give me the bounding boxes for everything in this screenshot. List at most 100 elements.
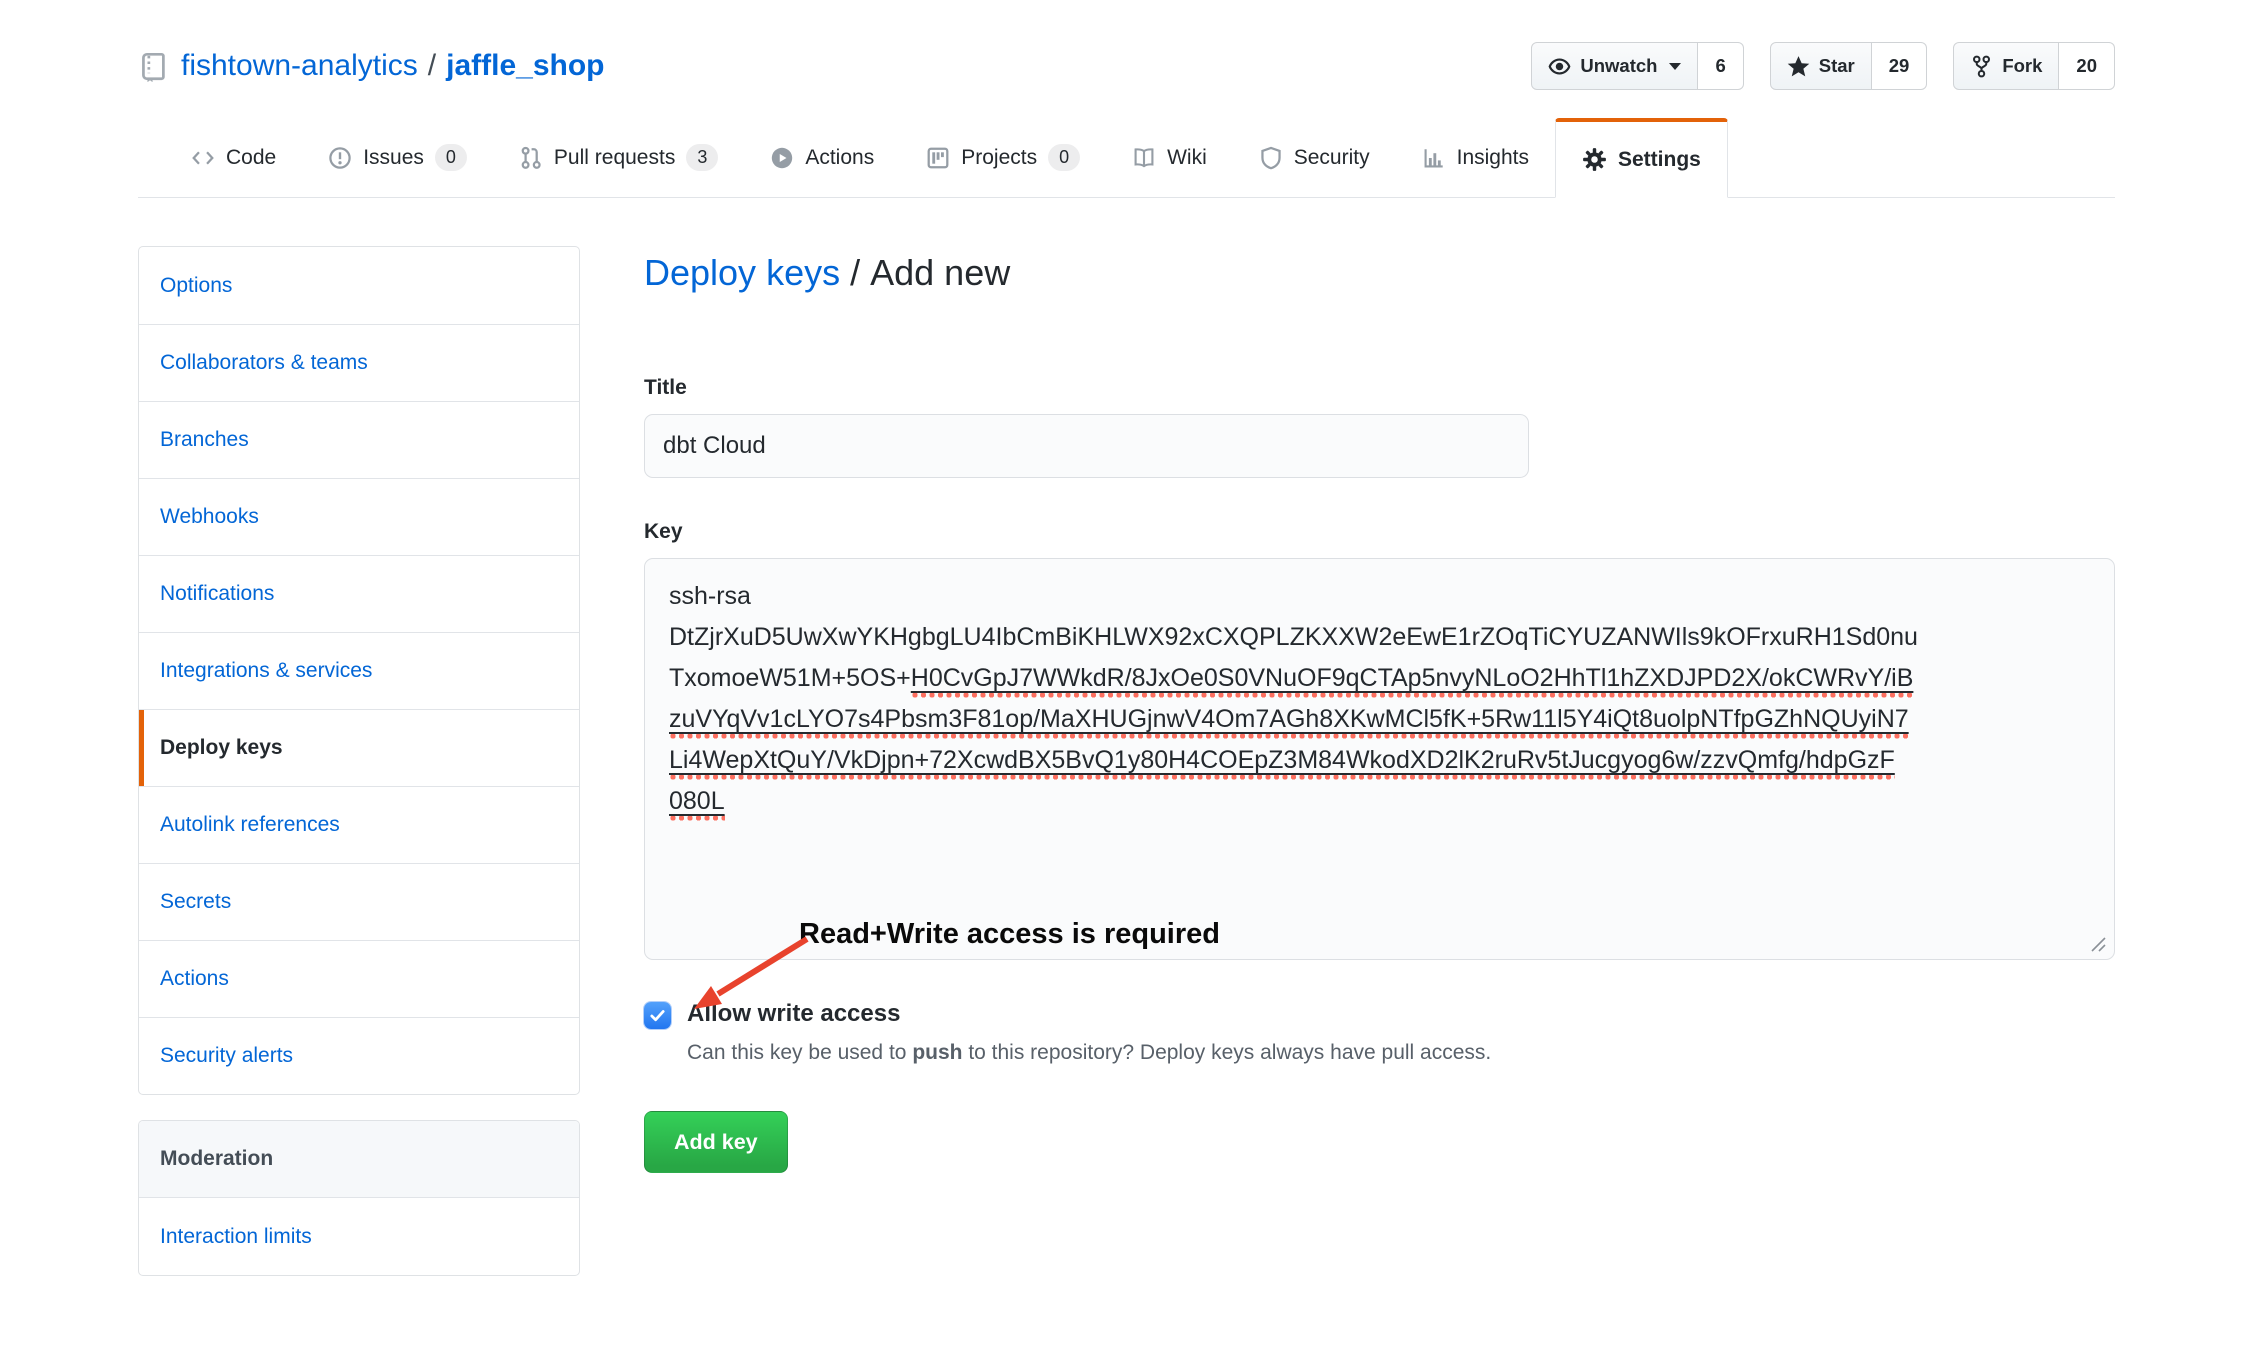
allow-write-access-checkbox[interactable] [644,1002,671,1029]
repo-breadcrumb: fishtown-analytics / jaffle_shop [138,49,604,83]
unwatch-button[interactable]: Unwatch [1531,42,1698,90]
repo-name-link[interactable]: jaffle_shop [446,49,604,83]
deploy-keys-breadcrumb-link[interactable]: Deploy keys [644,252,840,293]
repo-action-buttons: Unwatch 6 Star 29 [1531,42,2115,90]
projects-count-badge: 0 [1048,144,1080,171]
breadcrumb-separator: / [850,252,860,293]
sidebar-item-actions[interactable]: Actions [139,940,579,1017]
key-line: 080L [669,781,2090,822]
moderation-box: Moderation Interaction limits [138,1120,580,1276]
add-key-button[interactable]: Add key [644,1111,788,1173]
key-text-segment: DtZjrXuD5UwXwYKHgbgLU4IbCmBiKHLWX92xCXQP… [669,617,1918,658]
repo-separator: / [428,49,436,83]
star-button[interactable]: Star [1770,42,1872,90]
key-text-segment: TxomoeW51M+5OS+ [669,658,911,699]
repo-book-icon [138,51,169,82]
note-prefix: Can this key be used to [687,1041,912,1064]
checkmark-icon [648,1006,667,1025]
gear-icon [1582,147,1607,172]
key-textarea[interactable]: ssh-rsa DtZjrXuD5UwXwYKHgbgLU4IbCmBiKHLW… [644,558,2115,960]
page-title: Deploy keys/Add new [644,252,2115,294]
issues-count-badge: 0 [435,144,467,171]
repo-header: fishtown-analytics / jaffle_shop Unwatch… [138,0,2115,90]
tab-insights-label: Insights [1457,146,1529,170]
allow-write-access-label[interactable]: Allow write access [687,1000,900,1028]
eye-icon [1548,55,1571,78]
moderation-header: Moderation [139,1121,579,1198]
tab-actions[interactable]: Actions [744,118,900,197]
unwatch-label: Unwatch [1580,55,1657,77]
key-line: DtZjrXuD5UwXwYKHgbgLU4IbCmBiKHLWX92xCXQP… [669,617,2090,658]
shield-icon [1259,146,1283,170]
key-text-segment-spellcheck: H0CvGpJ7WWkdR/8JxOe0S0VNuOF9qCTAp5nvyNLo… [911,658,1914,699]
stars-count[interactable]: 29 [1872,42,1928,90]
fork-button[interactable]: Fork [1953,42,2059,90]
note-push-word: push [912,1041,962,1064]
sidebar-item-webhooks[interactable]: Webhooks [139,478,579,555]
fork-label: Fork [2002,55,2042,77]
tab-projects-label: Projects [961,146,1037,170]
tab-code[interactable]: Code [165,118,302,197]
sidebar-item-deploy-keys[interactable]: Deploy keys [139,709,579,786]
breadcrumb-current: Add new [870,252,1010,293]
projects-icon [926,146,950,170]
sidebar-item-collaborators-teams[interactable]: Collaborators & teams [139,324,579,401]
tab-code-label: Code [226,146,276,170]
tab-security-label: Security [1294,146,1370,170]
key-text-segment: ssh-rsa [669,576,751,617]
allow-write-access-note: Can this key be used to push to this rep… [687,1041,2115,1065]
key-line: TxomoeW51M+5OS+H0CvGpJ7WWkdR/8JxOe0S0VNu… [669,658,2090,699]
tab-actions-label: Actions [805,146,874,170]
tab-projects[interactable]: Projects 0 [900,118,1106,197]
tab-insights[interactable]: Insights [1396,118,1555,197]
key-line: Li4WepXtQuY/VkDjpn+72XcwdBX5BvQ1y80H4COE… [669,740,2090,781]
sidebar-item-notifications[interactable]: Notifications [139,555,579,632]
tab-pull-requests[interactable]: Pull requests 3 [493,118,744,197]
chevron-down-icon [1669,63,1681,70]
key-text-segment-spellcheck: Li4WepXtQuY/VkDjpn+72XcwdBX5BvQ1y80H4COE… [669,740,1895,781]
settings-sidebar: Options Collaborators & teams Branches W… [138,246,580,1276]
key-text-segment-spellcheck: zuVYqVv1cLYO7s4Pbsm3F81op/MaXHUGjnwV4Om7… [669,699,1909,740]
tab-wiki-label: Wiki [1167,146,1207,170]
key-line: zuVYqVv1cLYO7s4Pbsm3F81op/MaXHUGjnwV4Om7… [669,699,2090,740]
pull-request-icon [519,146,543,170]
sidebar-item-security-alerts[interactable]: Security alerts [139,1017,579,1094]
fork-icon [1970,55,1993,78]
forks-count[interactable]: 20 [2059,42,2115,90]
star-icon [1787,55,1810,78]
watch-button-group: Unwatch 6 [1531,42,1743,90]
sidebar-item-interaction-limits[interactable]: Interaction limits [139,1198,579,1275]
tab-settings-label: Settings [1618,148,1701,172]
star-label: Star [1819,55,1855,77]
title-label: Title [644,376,2115,400]
repo-owner-link[interactable]: fishtown-analytics [181,49,418,83]
issue-icon [328,146,352,170]
tab-wiki[interactable]: Wiki [1106,118,1233,197]
tab-issues-label: Issues [363,146,424,170]
key-line: ssh-rsa [669,576,2090,617]
key-text-segment-spellcheck: 080L [669,781,725,822]
textarea-resize-handle[interactable] [2090,936,2107,953]
sidebar-item-options[interactable]: Options [139,247,579,324]
main-content: Deploy keys/Add new Title Key ssh-rsa Dt… [644,246,2115,1173]
title-input[interactable] [644,414,1529,478]
note-suffix: to this repository? Deploy keys always h… [962,1041,1491,1064]
tab-settings[interactable]: Settings [1555,118,1728,198]
sidebar-item-secrets[interactable]: Secrets [139,863,579,940]
tab-security[interactable]: Security [1233,118,1396,197]
star-button-group: Star 29 [1770,42,1928,90]
sidebar-item-autolink-references[interactable]: Autolink references [139,786,579,863]
tab-issues[interactable]: Issues 0 [302,118,493,197]
code-icon [191,146,215,170]
pull-requests-count-badge: 3 [686,144,718,171]
insights-graph-icon [1422,146,1446,170]
watchers-count[interactable]: 6 [1698,42,1743,90]
key-label: Key [644,520,2115,544]
actions-icon [770,146,794,170]
repo-tab-bar: Code Issues 0 [138,118,2115,198]
sidebar-item-branches[interactable]: Branches [139,401,579,478]
fork-button-group: Fork 20 [1953,42,2115,90]
wiki-book-icon [1132,146,1156,170]
sidebar-item-integrations-services[interactable]: Integrations & services [139,632,579,709]
tab-pull-requests-label: Pull requests [554,146,675,170]
